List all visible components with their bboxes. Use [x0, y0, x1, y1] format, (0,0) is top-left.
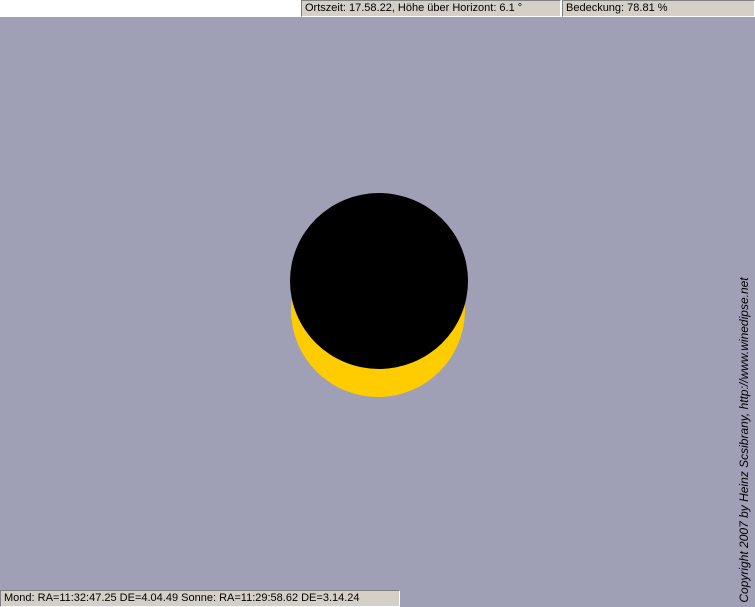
- coverage-panel: Bedeckung: 78.81 %: [562, 0, 755, 17]
- copyright-text: Copyright 2007 by Heinz Scsibrany, http:…: [737, 277, 751, 603]
- local-time-altitude-panel: Ortszeit: 17.58.22, Höhe über Horizont: …: [301, 0, 561, 17]
- coordinates-panel: Mond: RA=11:32:47.25 DE=4.04.49 Sonne: R…: [0, 590, 400, 607]
- moon-disc: [290, 193, 468, 369]
